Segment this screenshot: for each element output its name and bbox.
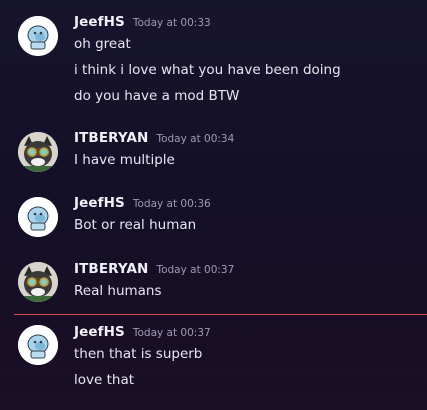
message-text: then that is superb bbox=[74, 346, 203, 362]
username[interactable]: ITBERYAN bbox=[74, 261, 148, 277]
username[interactable]: JeefHS bbox=[74, 324, 125, 340]
blue-creature-avatar-icon bbox=[18, 16, 58, 56]
avatar[interactable] bbox=[18, 132, 58, 172]
message-text: Bot or real human bbox=[74, 217, 197, 233]
blue-creature-avatar-icon bbox=[18, 197, 58, 237]
timestamp: Today at 00:36 bbox=[132, 198, 211, 210]
avatar[interactable] bbox=[18, 197, 58, 237]
timestamp: Today at 00:33 bbox=[132, 17, 211, 29]
username[interactable]: ITBERYAN bbox=[74, 130, 148, 146]
message-text: oh great bbox=[74, 36, 131, 52]
message-text: I have multiple bbox=[74, 152, 175, 168]
username[interactable]: JeefHS bbox=[74, 14, 125, 30]
timestamp: Today at 00:37 bbox=[156, 264, 235, 276]
chat-message-list: JeefHS Today at 00:33 oh great i think i… bbox=[0, 0, 427, 410]
goggles-cat-avatar-icon bbox=[18, 132, 58, 172]
message-text: Real humans bbox=[74, 283, 162, 299]
message-text: i think i love what you have been doing bbox=[74, 62, 341, 78]
blue-creature-avatar-icon bbox=[18, 325, 58, 365]
avatar[interactable] bbox=[18, 325, 58, 365]
message-text: do you have a mod BTW bbox=[74, 88, 240, 104]
avatar[interactable] bbox=[18, 16, 58, 56]
new-messages-divider bbox=[14, 314, 427, 315]
timestamp: Today at 00:37 bbox=[132, 327, 211, 339]
avatar[interactable] bbox=[18, 262, 58, 302]
username[interactable]: JeefHS bbox=[74, 195, 125, 211]
goggles-cat-avatar-icon bbox=[18, 262, 58, 302]
message-text: love that bbox=[74, 372, 135, 388]
timestamp: Today at 00:34 bbox=[156, 133, 235, 145]
